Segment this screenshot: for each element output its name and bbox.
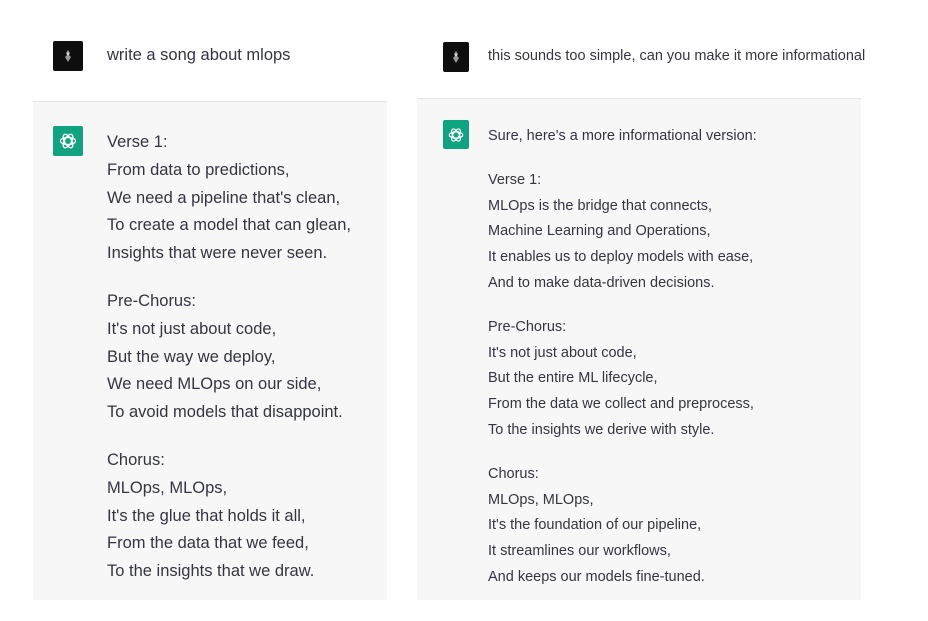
lyric-line: And keeps our models fine-tuned. bbox=[488, 568, 705, 585]
stanza-chorus: Chorus: MLOps, MLOps, It's the foundatio… bbox=[488, 462, 757, 591]
lyric-line: To create a model that can glean, bbox=[107, 216, 351, 235]
user-message-row: this sounds too simple, can you make it … bbox=[417, 0, 865, 98]
lyric-line: From the data that we feed, bbox=[107, 534, 309, 553]
user-avatar-icon bbox=[443, 42, 469, 72]
lyric-line: And to make data-driven decisions. bbox=[488, 274, 715, 291]
lyric-line: To the insights we derive with style. bbox=[488, 421, 715, 438]
lyric-line: But the way we deploy, bbox=[107, 347, 276, 366]
lyric-line: From data to predictions, bbox=[107, 160, 290, 179]
openai-logo-icon bbox=[443, 120, 469, 149]
lyric-line: It enables us to deploy models with ease… bbox=[488, 249, 754, 266]
response-intro: Sure, here's a more informational versio… bbox=[488, 128, 757, 144]
stanza-heading: Pre-Chorus: bbox=[488, 318, 567, 335]
stanza-chorus: Chorus: MLOps, MLOps, It's the glue that… bbox=[107, 447, 351, 586]
assistant-message-row: Sure, here's a more informational versio… bbox=[417, 98, 861, 600]
assistant-response: Verse 1: From data to predictions, We ne… bbox=[107, 129, 351, 586]
openai-logo-icon bbox=[53, 126, 83, 156]
stanza-heading: Pre-Chorus: bbox=[107, 291, 196, 310]
lyric-line: But the entire ML lifecycle, bbox=[488, 370, 658, 387]
lyric-line: To the insights that we draw. bbox=[107, 562, 315, 581]
stanza-verse-1: Verse 1: From data to predictions, We ne… bbox=[107, 129, 351, 268]
lyric-line: Machine Learning and Operations, bbox=[488, 223, 711, 240]
user-avatar-icon bbox=[53, 41, 83, 71]
stanza-heading: Verse 1: bbox=[488, 171, 542, 188]
lyric-line: From the data we collect and preprocess, bbox=[488, 396, 754, 413]
lyric-line: To avoid models that disappoint. bbox=[107, 403, 343, 422]
lyric-line: It's the glue that holds it all, bbox=[107, 506, 306, 525]
lyric-line: MLOps is the bridge that connects, bbox=[488, 197, 713, 214]
lyric-line: It streamlines our workflows, bbox=[488, 543, 671, 560]
stanza-heading: Chorus: bbox=[488, 465, 539, 482]
user-message-text: this sounds too simple, can you make it … bbox=[488, 48, 866, 64]
assistant-message-row: Verse 1: From data to predictions, We ne… bbox=[33, 101, 387, 600]
conversation-right: this sounds too simple, can you make it … bbox=[417, 0, 865, 600]
user-message-row: write a song about mlops bbox=[33, 0, 387, 101]
lyric-line: It's the foundation of our pipeline, bbox=[488, 517, 702, 534]
stanza-heading: Verse 1: bbox=[107, 133, 168, 151]
lyric-line: MLOps, MLOps, bbox=[488, 491, 594, 508]
lyric-line: We need MLOps on our side, bbox=[107, 375, 322, 394]
stanza-heading: Chorus: bbox=[107, 450, 165, 469]
stanza-verse-1: Verse 1: MLOps is the bridge that connec… bbox=[488, 168, 757, 297]
user-message-text: write a song about mlops bbox=[107, 46, 291, 64]
lyric-line: It's not just about code, bbox=[107, 319, 277, 338]
lyric-line: It's not just about code, bbox=[488, 344, 637, 361]
stanza-pre-chorus: Pre-Chorus: It's not just about code, Bu… bbox=[488, 315, 757, 444]
lyric-line: MLOps, MLOps, bbox=[107, 478, 228, 497]
lyric-line: Insights that were never seen. bbox=[107, 244, 328, 263]
conversation-left: write a song about mlops Verse 1: From d… bbox=[33, 0, 387, 600]
assistant-response: Sure, here's a more informational versio… bbox=[488, 124, 757, 591]
lyric-line: We need a pipeline that's clean, bbox=[107, 188, 341, 207]
stanza-pre-chorus: Pre-Chorus: It's not just about code, Bu… bbox=[107, 288, 351, 427]
